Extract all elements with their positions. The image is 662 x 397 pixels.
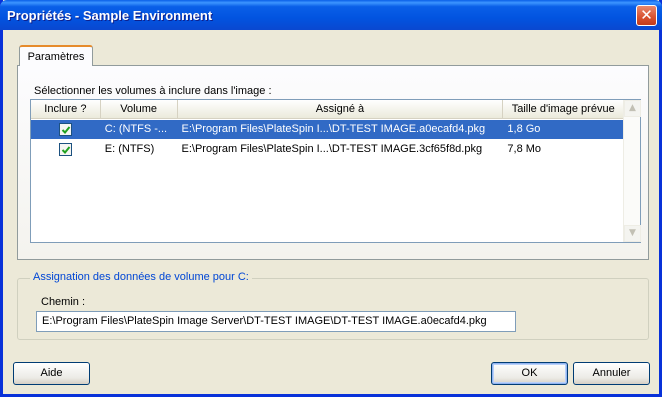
window-title: Propriétés - Sample Environment bbox=[7, 8, 213, 23]
column-header-include[interactable]: Inclure ? bbox=[31, 100, 101, 118]
size-cell: 1,8 Go bbox=[507, 123, 541, 135]
include-cell bbox=[31, 120, 101, 139]
chevron-down-icon: ▼ bbox=[629, 228, 636, 238]
cancel-button[interactable]: Annuler bbox=[573, 362, 650, 385]
include-checkbox[interactable] bbox=[59, 143, 73, 156]
properties-dialog: Propriétés - Sample Environment ✕ Paramè… bbox=[0, 0, 662, 397]
tab-parametres[interactable]: Paramètres bbox=[19, 45, 93, 66]
column-header-assigned[interactable]: Assigné à bbox=[178, 100, 504, 118]
scroll-down-button[interactable]: ▼ bbox=[624, 225, 641, 242]
close-button[interactable]: ✕ bbox=[636, 5, 657, 26]
path-label: Chemin : bbox=[41, 296, 86, 308]
include-checkbox[interactable] bbox=[59, 123, 73, 136]
assigned-cell: E:\Program Files\PlateSpin I...\DT-TEST … bbox=[181, 143, 483, 155]
volume-assignment-group: Assignation des données de volume pour C… bbox=[17, 271, 649, 340]
volume-cell: C: (NTFS -... bbox=[104, 123, 168, 135]
table-row[interactable]: E: (NTFS) E:\Program Files\PlateSpin I..… bbox=[31, 140, 623, 159]
table-row[interactable]: C: (NTFS -... E:\Program Files\PlateSpin… bbox=[31, 120, 623, 139]
scroll-up-button[interactable]: ▲ bbox=[624, 100, 641, 117]
include-cell bbox=[31, 140, 101, 159]
close-icon: ✕ bbox=[640, 6, 653, 24]
volumes-list[interactable]: Inclure ? Volume Assigné à Taille d'imag… bbox=[30, 99, 641, 243]
checkmark-icon bbox=[61, 125, 71, 134]
title-bar[interactable]: Propriétés - Sample Environment ✕ bbox=[0, 0, 662, 30]
help-button[interactable]: Aide bbox=[13, 362, 90, 385]
column-header-volume[interactable]: Volume bbox=[101, 100, 178, 118]
assigned-cell: E:\Program Files\PlateSpin I...\DT-TEST … bbox=[181, 123, 486, 135]
vertical-scrollbar[interactable]: ▲ ▼ bbox=[623, 100, 641, 242]
ok-button[interactable]: OK bbox=[491, 362, 568, 385]
column-header-size[interactable]: Taille d'image prévue bbox=[503, 100, 623, 118]
list-header: Inclure ? Volume Assigné à Taille d'imag… bbox=[31, 100, 623, 119]
chevron-up-icon: ▲ bbox=[629, 103, 636, 113]
group-label: Assignation des données de volume pour C… bbox=[30, 271, 252, 283]
checkmark-icon bbox=[61, 145, 71, 154]
path-field[interactable]: E:\Program Files\PlateSpin Image Server\… bbox=[36, 311, 516, 332]
volume-cell: E: (NTFS) bbox=[104, 143, 155, 155]
volumes-section-label: Sélectionner les volumes à inclure dans … bbox=[34, 85, 272, 97]
tab-panel: Sélectionner les volumes à inclure dans … bbox=[17, 65, 649, 260]
size-cell: 7,8 Mo bbox=[507, 143, 542, 155]
tab-label: Paramètres bbox=[27, 51, 85, 63]
